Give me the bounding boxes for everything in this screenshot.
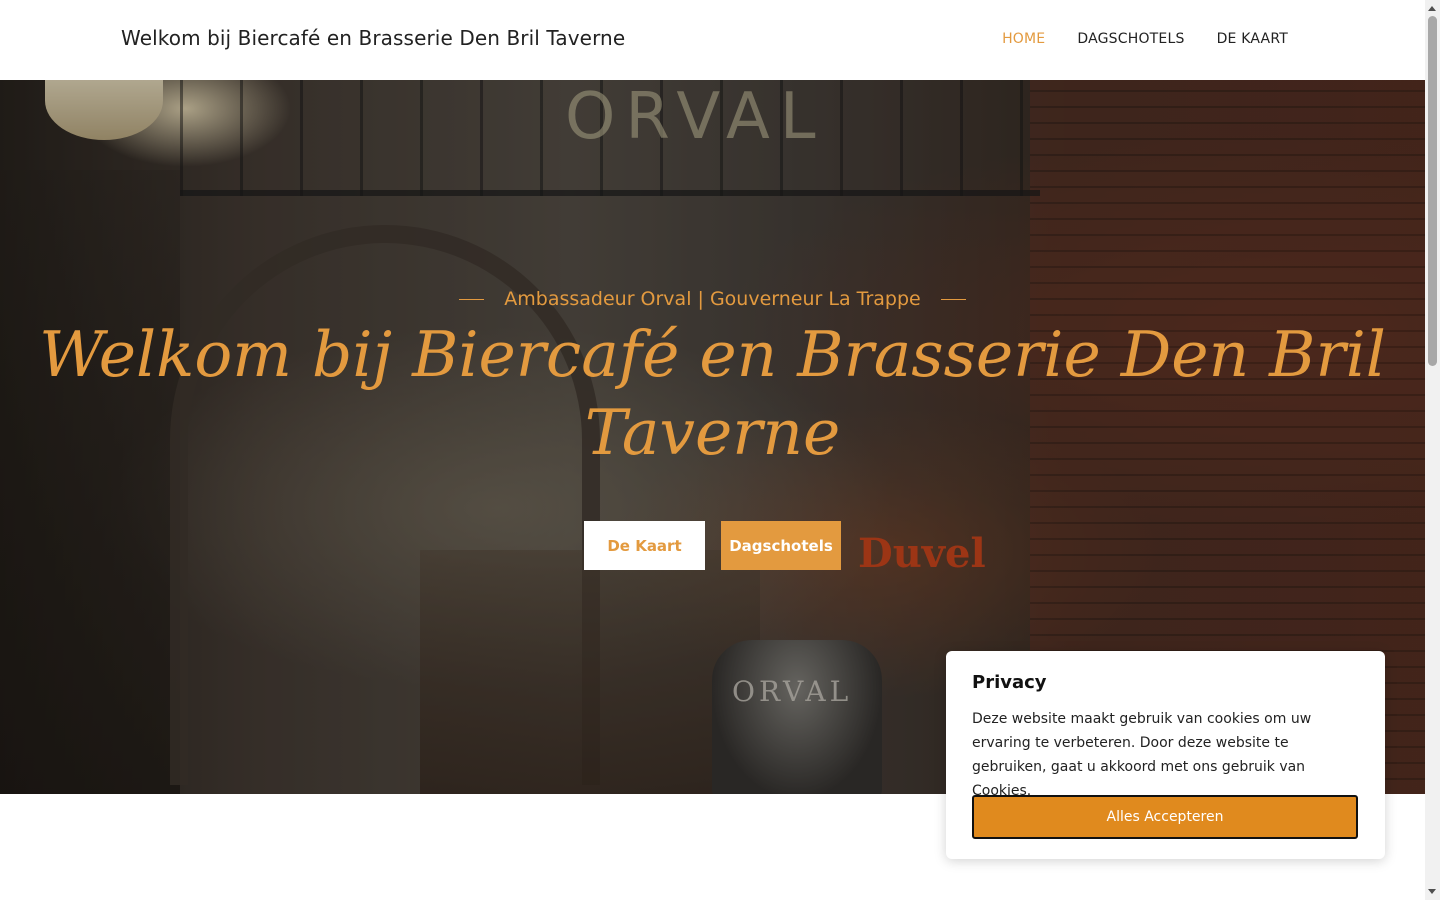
hero-title: Welkom bij Biercafé en Brasserie Den Bri…: [39, 318, 1386, 469]
hero-tagline: Ambassadeur Orval | Gouverneur La Trappe: [0, 288, 1425, 310]
dagschotels-button[interactable]: Dagschotels: [721, 521, 841, 570]
main-nav: HOME DAGSCHOTELS DE KAART: [1002, 31, 1288, 47]
site-header: Welkom bij Biercafé en Brasserie Den Bri…: [0, 0, 1425, 80]
tagline-text: Ambassadeur Orval | Gouverneur La Trappe: [504, 288, 921, 310]
scroll-down-arrow-icon[interactable]: [1428, 889, 1436, 894]
de-kaart-button[interactable]: De Kaart: [584, 521, 705, 570]
cookie-title: Privacy: [972, 672, 1047, 693]
tagline-line-right: [940, 299, 966, 300]
vertical-scrollbar[interactable]: [1425, 0, 1440, 900]
tagline-line-left: [459, 299, 485, 300]
accept-all-button[interactable]: Alles Accepteren: [972, 795, 1358, 839]
scroll-thumb[interactable]: [1428, 16, 1437, 366]
site-title[interactable]: Welkom bij Biercafé en Brasserie Den Bri…: [121, 26, 625, 50]
nav-de-kaart[interactable]: DE KAART: [1217, 31, 1288, 47]
cookie-consent-card: Privacy Deze website maakt gebruik van c…: [946, 651, 1385, 859]
nav-dagschotels[interactable]: DAGSCHOTELS: [1077, 31, 1184, 47]
nav-home[interactable]: HOME: [1002, 31, 1045, 47]
cookie-text: Deze website maakt gebruik van cookies o…: [972, 711, 1312, 799]
scroll-up-arrow-icon[interactable]: [1428, 6, 1436, 11]
